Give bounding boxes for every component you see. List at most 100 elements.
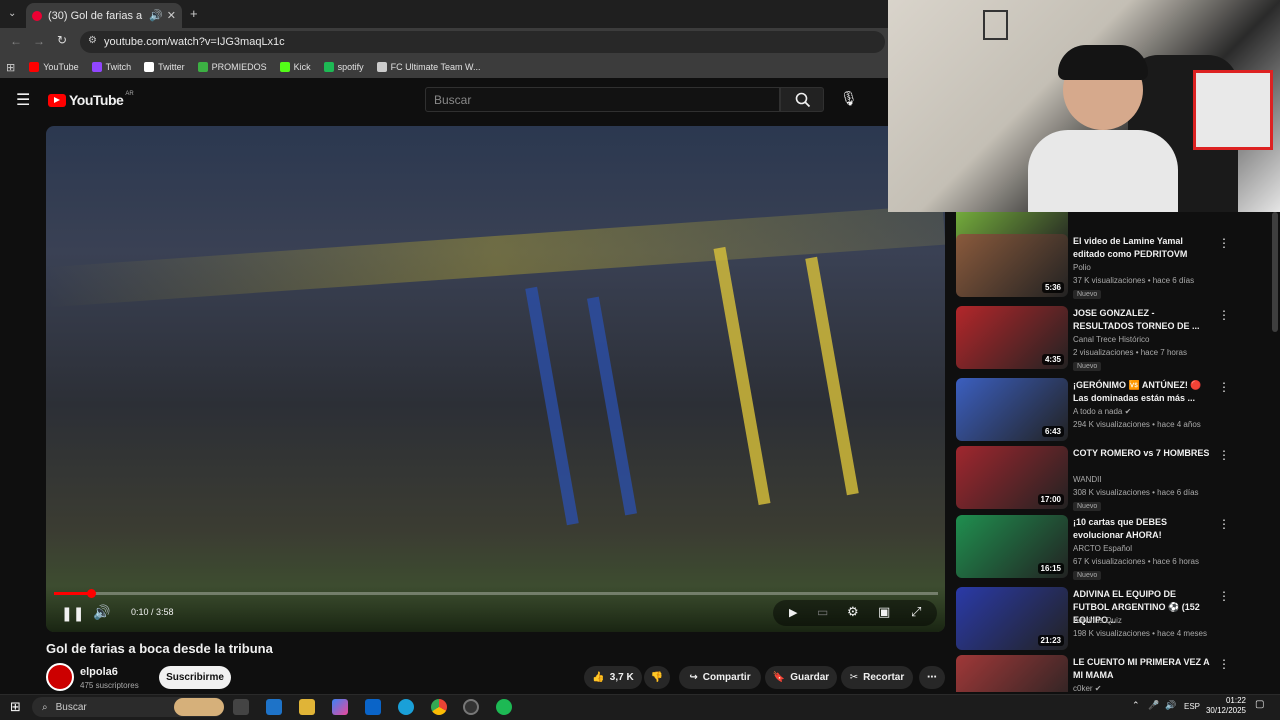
file-explorer-icon[interactable] — [299, 699, 315, 715]
recommendation-title[interactable]: JOSE GONZALEZ - RESULTADOS TORNEO DE ... — [1073, 307, 1213, 333]
system-clock[interactable]: 01:22 30/12/2025 — [1200, 696, 1246, 716]
taskbar-search[interactable]: ⌕ Buscar — [32, 697, 224, 717]
recommendation-title[interactable]: COTY ROMERO vs 7 HOMBRES — [1073, 447, 1213, 460]
notifications-icon[interactable]: ▢ — [1255, 699, 1264, 710]
recommendation-channel[interactable]: WANDII — [1073, 475, 1102, 484]
url-input[interactable]: ⚙ youtube.com/watch?v=IJG3maqLx1c — [80, 31, 885, 53]
video-thumbnail[interactable] — [956, 655, 1068, 692]
recommendations-sidebar: 8:0448 K visualizaciones • hace 6 años5:… — [952, 212, 1272, 692]
video-thumbnail[interactable]: 6:43 — [956, 378, 1068, 441]
new-tab-icon[interactable]: + — [190, 6, 198, 21]
settings-gear-icon[interactable]: ⚙ — [847, 604, 859, 620]
recommendation-title[interactable]: LE CUENTO MI PRIMERA VEZ A MI MAMA — [1073, 656, 1213, 682]
more-vert-icon[interactable]: ⋮ — [1218, 657, 1230, 671]
recommendation-channel[interactable]: A todo a nada ✔ — [1073, 407, 1131, 416]
more-vert-icon[interactable]: ⋮ — [1218, 589, 1230, 603]
bookmark-item[interactable]: Kick — [279, 62, 311, 72]
close-tab-icon[interactable]: ✕ — [167, 9, 176, 22]
site-info-icon[interactable]: ⚙ — [88, 35, 97, 46]
bookmark-item[interactable]: spotify — [323, 62, 364, 72]
recommendation-title[interactable]: ¡GERÓNIMO 🆚 ANTÚNEZ! 🔴 Las dominadas est… — [1073, 379, 1213, 405]
more-vert-icon[interactable]: ⋮ — [1218, 308, 1230, 322]
autoplay-icon[interactable]: ▶ — [789, 606, 797, 619]
youtube-logo[interactable]: YouTube AR — [48, 91, 134, 108]
recommendation-item[interactable]: 17:00 COTY ROMERO vs 7 HOMBRES WANDII 308 K… — [956, 446, 1268, 512]
mic-tray-icon[interactable]: 🎤 — [1148, 700, 1159, 711]
spotify-icon[interactable] — [496, 699, 512, 715]
apps-grid-icon[interactable]: ⊞ — [6, 61, 15, 74]
save-button[interactable]: 🔖 Guardar — [765, 666, 837, 689]
recommendation-item[interactable]: 6:43 ¡GERÓNIMO 🆚 ANTÚNEZ! 🔴 Las dominadas… — [956, 378, 1268, 444]
sidebar-scrollbar[interactable] — [1272, 212, 1278, 332]
recommendation-channel[interactable]: Adivinus Quiz — [1073, 616, 1122, 625]
tab-list-icon[interactable]: ⌄ — [8, 8, 16, 19]
bookmark-item[interactable]: Twitter — [144, 62, 185, 72]
tray-chevron-icon[interactable]: ⌃ — [1132, 700, 1140, 711]
fullscreen-icon[interactable]: ⤢ — [911, 604, 921, 620]
forward-icon[interactable]: → — [33, 34, 45, 48]
speaker-tray-icon[interactable]: 🔊 — [1165, 700, 1176, 711]
progress-bar[interactable] — [54, 592, 938, 595]
bookmark-favicon-icon — [91, 62, 102, 72]
bookmark-label: spotify — [337, 62, 364, 72]
recommendation-item[interactable]: 4:35 JOSE GONZALEZ - RESULTADOS TORNEO DE… — [956, 306, 1268, 372]
save-label: Guardar — [790, 672, 830, 683]
url-text: youtube.com/watch?v=IJG3maqLx1c — [104, 36, 285, 48]
channel-name[interactable]: elpola6 — [80, 666, 118, 678]
bookmark-item[interactable]: FC Ultimate Team W... — [376, 62, 481, 72]
video-thumbnail[interactable]: 5:36 — [956, 234, 1068, 297]
share-button[interactable]: ↪ Compartir — [679, 666, 761, 689]
back-icon[interactable]: ← — [10, 34, 22, 48]
store-icon[interactable] — [266, 699, 282, 715]
video-thumbnail[interactable]: 4:35 — [956, 306, 1068, 369]
theater-mode-icon[interactable]: ▣ — [878, 604, 890, 620]
windows-start-icon[interactable]: ⊞ — [10, 699, 21, 715]
recommendation-channel[interactable]: Polio — [1073, 263, 1091, 272]
obs-icon[interactable] — [463, 699, 479, 715]
more-vert-icon[interactable]: ⋮ — [1218, 448, 1230, 462]
edge-icon[interactable] — [398, 699, 414, 715]
recommendation-channel[interactable]: c0ker ✔ — [1073, 684, 1102, 692]
video-thumbnail[interactable]: 21:23 — [956, 587, 1068, 650]
browser-tab-active[interactable]: (30) Gol de farias a boca de 🔊 ✕ — [26, 3, 182, 28]
recommendation-channel[interactable]: ARCTO Español — [1073, 544, 1132, 553]
speaker-icon[interactable]: 🔊 — [149, 9, 163, 22]
like-button[interactable]: 👍 3,7 K — [584, 666, 642, 689]
bookmark-item[interactable]: Twitch — [91, 62, 131, 72]
video-thumbnail[interactable]: 17:00 — [956, 446, 1068, 509]
search-input[interactable]: Buscar — [425, 87, 780, 112]
more-vert-icon[interactable]: ⋮ — [1218, 380, 1230, 394]
clip-button[interactable]: ✂ Recortar — [841, 666, 913, 689]
bookmark-item[interactable]: PROMIEDOS — [197, 62, 267, 72]
volume-icon[interactable]: 🔊 — [93, 604, 110, 621]
more-vert-icon[interactable]: ⋮ — [1218, 517, 1230, 531]
subscribe-button[interactable]: Suscribirme — [159, 666, 231, 689]
pause-icon[interactable]: ❚❚ — [61, 605, 84, 622]
recommendation-item[interactable]: 16:15 ¡10 cartas que DEBES evolucionar AH… — [956, 515, 1268, 581]
chrome-icon[interactable] — [431, 699, 447, 715]
copilot-icon[interactable] — [332, 699, 348, 715]
video-player[interactable] — [46, 126, 945, 632]
recommendation-channel[interactable]: Canal Trece Histórico — [1073, 335, 1149, 344]
mic-icon[interactable]: 🎙 — [840, 90, 858, 107]
reload-icon[interactable]: ↻ — [57, 33, 67, 47]
recommendation-item[interactable]: LE CUENTO MI PRIMERA VEZ A MI MAMA c0ker … — [956, 655, 1268, 692]
subtitles-icon[interactable]: ▭ — [817, 605, 828, 619]
recommendation-item[interactable]: 21:23 ADIVINA EL EQUIPO DE FUTBOL ARGENTI… — [956, 587, 1268, 653]
menu-icon[interactable]: ☰ — [16, 90, 30, 110]
dislike-button[interactable]: 👎 — [644, 666, 670, 689]
language-indicator[interactable]: ESP — [1184, 702, 1200, 711]
recommendation-item[interactable]: 5:36 El video de Lamine Yamal editado com… — [956, 234, 1268, 300]
recommendation-title[interactable]: El video de Lamine Yamal editado como PE… — [1073, 235, 1213, 261]
flag-yellow-2 — [805, 256, 859, 496]
more-vert-icon[interactable]: ⋮ — [1218, 236, 1230, 250]
outlook-icon[interactable] — [365, 699, 381, 715]
task-view-icon[interactable] — [233, 699, 249, 715]
recommendation-title[interactable]: ¡10 cartas que DEBES evolucionar AHORA! — [1073, 516, 1213, 542]
webcam-overlay — [888, 0, 1280, 212]
bookmark-item[interactable]: YouTube — [29, 62, 79, 72]
search-button[interactable] — [780, 87, 824, 112]
video-thumbnail[interactable]: 16:15 — [956, 515, 1068, 578]
channel-avatar[interactable] — [46, 663, 74, 691]
more-actions-button[interactable]: ⋯ — [919, 666, 945, 689]
